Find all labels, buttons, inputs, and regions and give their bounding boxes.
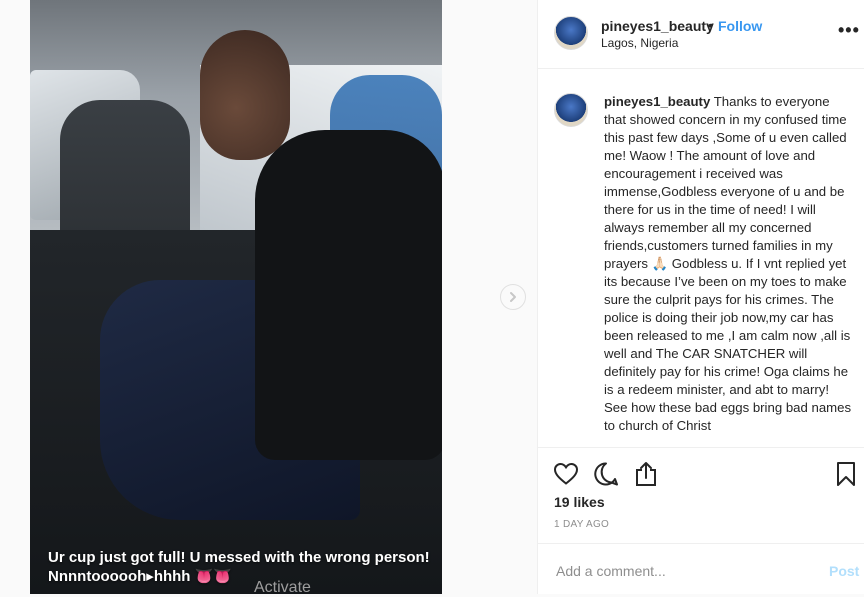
more-options-icon[interactable]: ••• xyxy=(838,20,860,41)
comment-avatar[interactable] xyxy=(554,93,588,127)
next-photo-button[interactable] xyxy=(500,284,526,310)
heart-icon xyxy=(553,462,579,485)
location-link[interactable]: Lagos, Nigeria xyxy=(601,36,678,50)
post-button[interactable]: Post xyxy=(829,563,859,579)
share-icon xyxy=(636,462,656,486)
chevron-right-icon xyxy=(510,292,516,302)
comment-body: Thanks to everyone that showed concern i… xyxy=(604,94,852,433)
post-actions: 19 likes 1 DAY AGO xyxy=(538,447,864,544)
comment-icon xyxy=(594,462,618,486)
header-username[interactable]: pineyes1_beauty xyxy=(601,18,714,34)
share-button[interactable] xyxy=(632,460,660,488)
like-button[interactable] xyxy=(552,460,580,488)
save-button[interactable] xyxy=(832,460,860,488)
comment-button[interactable] xyxy=(592,460,620,488)
post-date[interactable]: 1 DAY AGO xyxy=(554,519,609,530)
bookmark-icon xyxy=(837,462,855,486)
post-photo: Ur cup just got full! U messed with the … xyxy=(30,0,442,594)
person-body xyxy=(255,130,442,460)
comments-section[interactable]: pineyes1_beauty Thanks to everyone that … xyxy=(538,69,864,444)
add-comment-bar: Post xyxy=(538,543,864,595)
post-header: pineyes1_beauty • Follow Lagos, Nigeria … xyxy=(538,0,864,69)
avatar[interactable] xyxy=(554,16,588,50)
activate-watermark: Activate xyxy=(254,579,311,596)
likes-count[interactable]: 19 likes xyxy=(554,494,605,510)
follow-button[interactable]: Follow xyxy=(718,18,762,34)
caption-comment: pineyes1_beauty Thanks to everyone that … xyxy=(604,93,854,435)
comment-input[interactable] xyxy=(554,560,798,582)
person-head xyxy=(200,30,290,160)
comment-username[interactable]: pineyes1_beauty xyxy=(604,94,710,109)
separator-dot: • xyxy=(708,17,713,33)
post-sidebar: pineyes1_beauty • Follow Lagos, Nigeria … xyxy=(537,0,864,594)
photo-caption: Ur cup just got full! U messed with the … xyxy=(48,549,430,585)
